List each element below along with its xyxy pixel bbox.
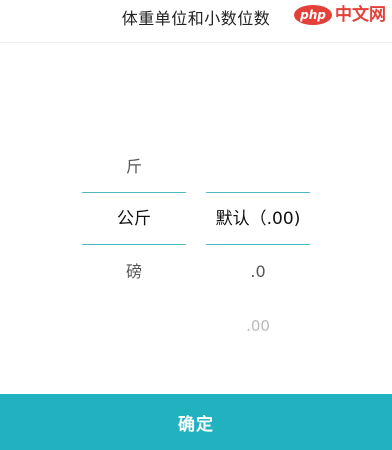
- unit-option-kg-selected[interactable]: 公斤: [82, 206, 186, 232]
- unit-option-lb[interactable]: 磅: [82, 259, 186, 285]
- weight-unit-dialog: 体重单位和小数位数 php 中文网 斤 公斤 磅 默认（.00) .0 .00 …: [0, 0, 392, 450]
- header: 体重单位和小数位数 php 中文网: [0, 0, 392, 43]
- selection-line-top: [82, 192, 186, 193]
- unit-option-jin[interactable]: 斤: [82, 154, 186, 180]
- decimal-option-one[interactable]: .0: [206, 259, 310, 285]
- decimal-option-two[interactable]: .00: [206, 313, 310, 339]
- selection-line-bottom: [82, 244, 186, 245]
- confirm-button[interactable]: 确定: [0, 394, 392, 450]
- watermark-text: 中文网: [335, 4, 386, 25]
- selection-line-bottom: [206, 244, 310, 245]
- php-logo-icon: php: [294, 5, 332, 25]
- watermark-logo: php 中文网: [294, 2, 386, 28]
- selection-line-top: [206, 192, 310, 193]
- decimal-option-default-selected[interactable]: 默认（.00): [206, 206, 310, 232]
